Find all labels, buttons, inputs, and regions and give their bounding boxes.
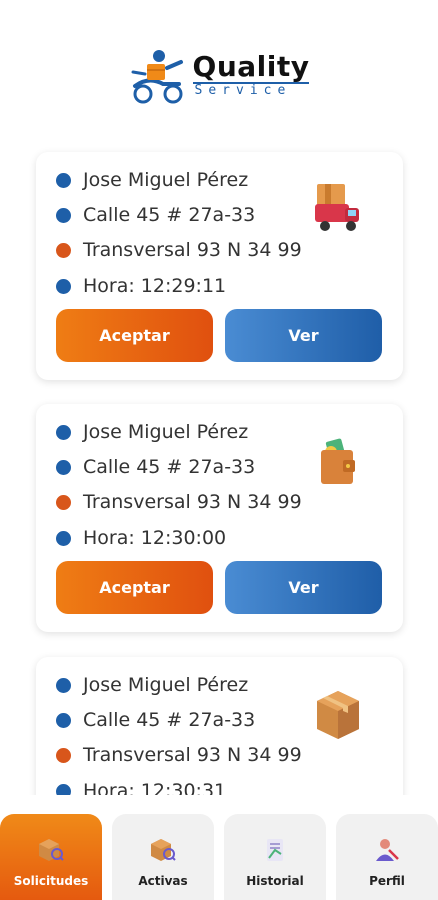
request-card: Jose Miguel Pérez Calle 45 # 27a-33 Tran… bbox=[36, 657, 403, 795]
destination-row: Transversal 93 N 34 99 bbox=[56, 488, 302, 516]
pickup-address: Calle 45 # 27a-33 bbox=[83, 204, 256, 226]
bullet-dot bbox=[56, 677, 71, 693]
box-search-icon bbox=[39, 839, 64, 861]
history-document-icon bbox=[267, 839, 283, 861]
client-name: Jose Miguel Pérez bbox=[83, 421, 249, 443]
pickup-row: Calle 45 # 27a-33 bbox=[56, 453, 255, 481]
view-button[interactable]: Ver bbox=[225, 561, 382, 614]
requests-list[interactable]: Jose Miguel Pérez Calle 45 # 27a-33 Tran… bbox=[0, 130, 438, 795]
request-time: Hora: 12:30:00 bbox=[83, 527, 227, 549]
time-row: Hora: 12:30:31 bbox=[56, 777, 226, 795]
bullet-dot bbox=[56, 242, 71, 258]
request-time: Hora: 12:30:31 bbox=[83, 780, 227, 795]
view-button[interactable]: Ver bbox=[225, 309, 382, 362]
bullet-dot bbox=[56, 278, 71, 294]
destination-address: Transversal 93 N 34 99 bbox=[83, 744, 302, 766]
nav-tab-activas[interactable]: Activas bbox=[112, 814, 214, 900]
logo-subtitle: Service bbox=[192, 82, 310, 98]
time-row: Hora: 12:29:11 bbox=[56, 272, 226, 300]
accept-button[interactable]: Aceptar bbox=[56, 561, 213, 614]
request-time: Hora: 12:29:11 bbox=[83, 275, 227, 297]
client-row: Jose Miguel Pérez bbox=[56, 671, 248, 699]
nav-tab-perfil[interactable]: Perfil bbox=[336, 814, 438, 900]
client-row: Jose Miguel Pérez bbox=[56, 166, 248, 194]
client-row: Jose Miguel Pérez bbox=[56, 418, 248, 446]
destination-row: Transversal 93 N 34 99 bbox=[56, 741, 302, 769]
app-header: Quality Service bbox=[0, 40, 438, 110]
profile-icon bbox=[376, 839, 399, 861]
client-name: Jose Miguel Pérez bbox=[83, 169, 249, 191]
package-box-icon bbox=[317, 691, 359, 739]
nav-tab-solicitudes[interactable]: Solicitudes bbox=[0, 814, 102, 900]
pickup-row: Calle 45 # 27a-33 bbox=[56, 706, 255, 734]
time-row: Hora: 12:30:00 bbox=[56, 524, 226, 552]
request-card: Jose Miguel Pérez Calle 45 # 27a-33 Tran… bbox=[36, 152, 403, 380]
wallet-money-icon bbox=[321, 438, 355, 484]
bullet-dot bbox=[56, 712, 71, 728]
app-logo: Quality Service bbox=[129, 46, 310, 104]
destination-address: Transversal 93 N 34 99 bbox=[83, 239, 302, 261]
bottom-navigation: Solicitudes Activas Historial Perfil bbox=[0, 814, 438, 900]
destination-address: Transversal 93 N 34 99 bbox=[83, 491, 302, 513]
destination-row: Transversal 93 N 34 99 bbox=[56, 236, 302, 264]
client-name: Jose Miguel Pérez bbox=[83, 674, 249, 696]
nav-label: Perfil bbox=[369, 874, 405, 888]
pickup-address: Calle 45 # 27a-33 bbox=[83, 709, 256, 731]
nav-tab-historial[interactable]: Historial bbox=[224, 814, 326, 900]
delivery-truck-icon bbox=[315, 184, 359, 231]
bullet-dot bbox=[56, 783, 71, 795]
courier-logo-icon bbox=[131, 50, 183, 104]
nav-label: Activas bbox=[138, 874, 188, 888]
bullet-dot bbox=[56, 747, 71, 763]
pickup-row: Calle 45 # 27a-33 bbox=[56, 201, 255, 229]
bullet-dot bbox=[56, 459, 71, 475]
box-search-icon bbox=[151, 839, 176, 861]
bullet-dot bbox=[56, 207, 71, 223]
bullet-dot bbox=[56, 530, 71, 546]
bullet-dot bbox=[56, 494, 71, 510]
bullet-dot bbox=[56, 424, 71, 440]
nav-label: Solicitudes bbox=[13, 874, 89, 888]
accept-button[interactable]: Aceptar bbox=[56, 309, 213, 362]
logo-title: Quality bbox=[192, 50, 310, 83]
request-card: Jose Miguel Pérez Calle 45 # 27a-33 Tran… bbox=[36, 404, 403, 632]
pickup-address: Calle 45 # 27a-33 bbox=[83, 456, 256, 478]
bullet-dot bbox=[56, 172, 71, 188]
nav-label: Historial bbox=[246, 874, 304, 888]
